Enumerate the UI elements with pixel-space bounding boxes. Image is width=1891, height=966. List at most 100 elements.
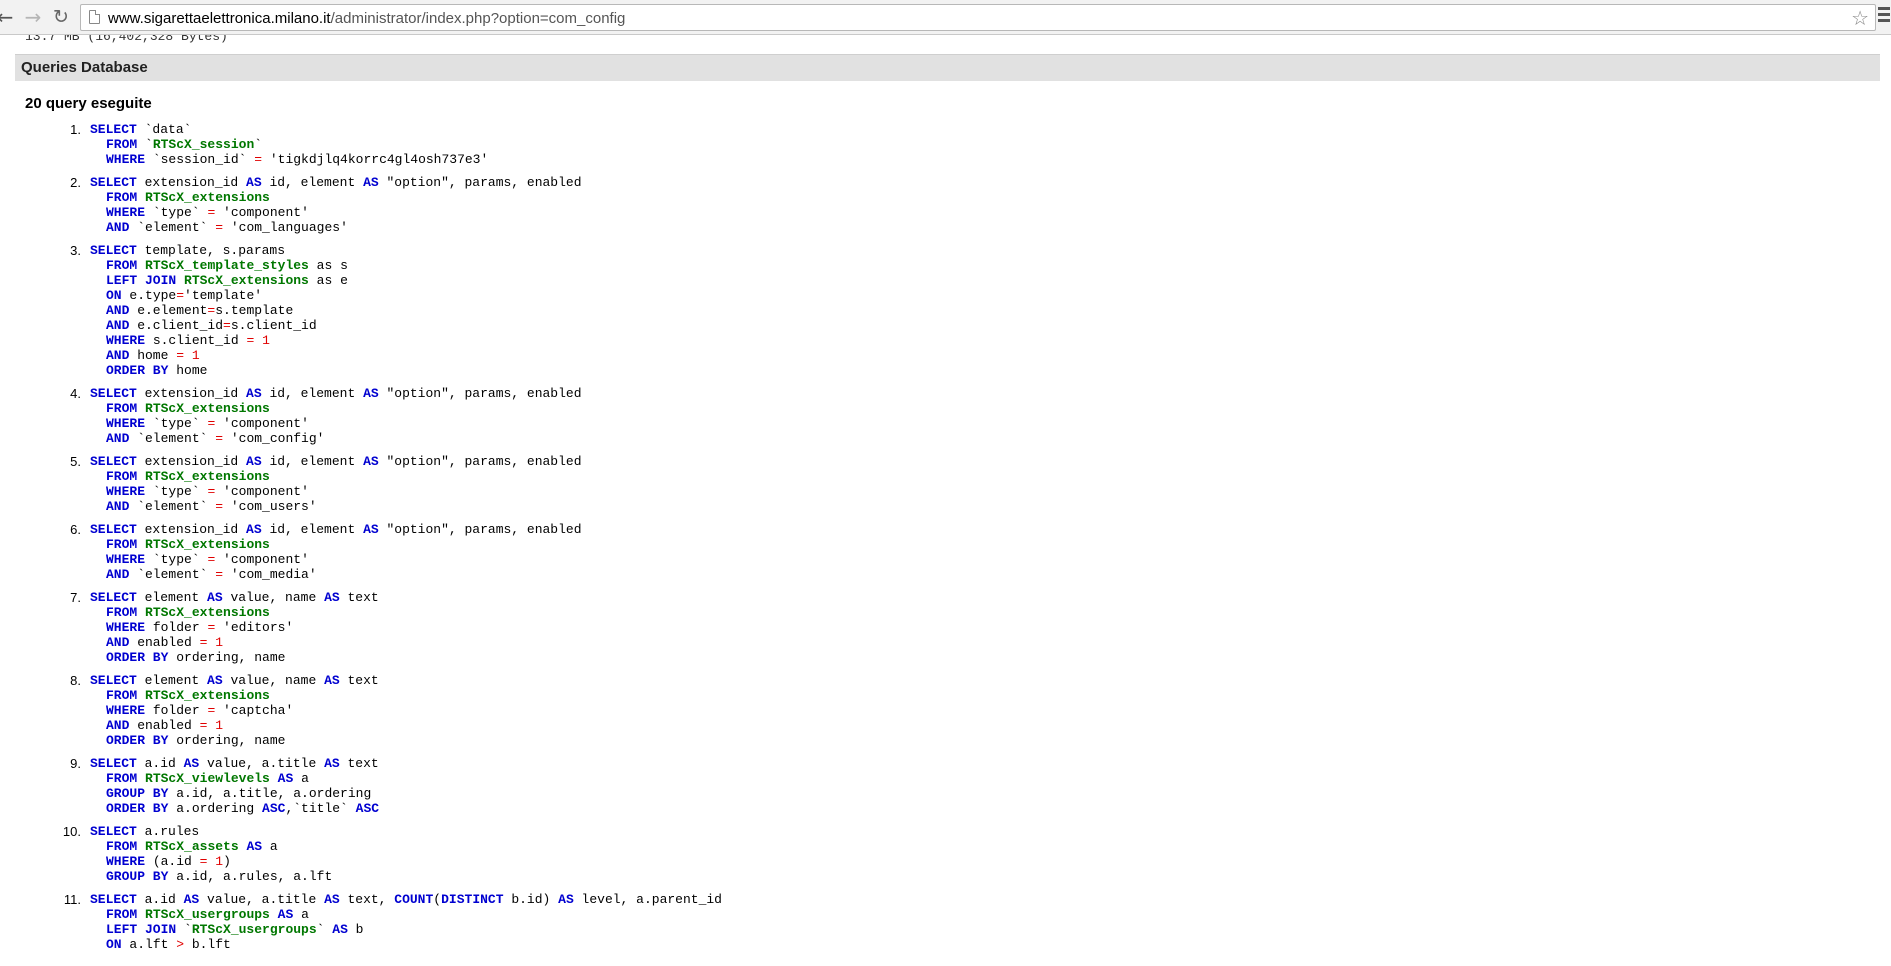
sql-keyword: ON <box>106 288 122 303</box>
query-line: WHERE folder = 'captcha' <box>90 703 1891 718</box>
sql-text: a.lft <box>121 937 177 952</box>
sql-keyword: AS <box>363 522 379 537</box>
query-line: FROM RTScX_viewlevels AS a <box>90 771 1891 786</box>
sql-keyword: LEFT JOIN <box>106 273 177 288</box>
reload-button[interactable]: ↻ <box>50 6 72 28</box>
sql-keyword: FROM <box>106 771 138 786</box>
query-line: SELECT extension_id AS id, element AS "o… <box>90 522 1891 537</box>
query-line: SELECT extension_id AS id, element AS "o… <box>90 454 1891 469</box>
sql-operator: = <box>176 288 185 303</box>
query-line: AND `element` = 'com_media' <box>90 567 1891 582</box>
query-line: FROM `RTScX_session` <box>90 137 1891 152</box>
sql-text: id, element <box>261 386 364 401</box>
sql-keyword: AS <box>324 892 340 907</box>
sql-keyword: AND <box>106 635 130 650</box>
query-line: LEFT JOIN `RTScX_usergroups` AS b <box>90 922 1891 937</box>
sql-text: a.ordering <box>168 801 263 816</box>
sql-text: "option", params, enabled <box>378 522 582 537</box>
sql-table-name: RTScX_extensions <box>145 605 270 620</box>
sql-keyword: FROM <box>106 537 138 552</box>
sql-keyword: AND <box>106 567 130 582</box>
query-number: 5. <box>70 454 81 469</box>
sql-text: folder <box>145 703 208 718</box>
sql-keyword: AND <box>106 431 130 446</box>
sql-keyword: AS <box>363 454 379 469</box>
query-number: 9. <box>70 756 81 771</box>
sql-keyword: FROM <box>106 258 138 273</box>
query-line: SELECT element AS value, name AS text <box>90 673 1891 688</box>
sql-keyword: AND <box>106 348 130 363</box>
sql-operator: = <box>215 567 224 582</box>
sql-keyword: SELECT <box>90 756 137 771</box>
sql-keyword: DISTINCT <box>441 892 504 907</box>
query-number: 7. <box>70 590 81 605</box>
url-path: /administrator/index.php?option=com_conf… <box>330 10 626 27</box>
sql-text: ordering, name <box>168 650 286 665</box>
sql-keyword: AS <box>558 892 574 907</box>
sql-table-name: RTScX_extensions <box>145 537 270 552</box>
forward-button[interactable]: → <box>22 6 44 28</box>
sql-keyword: AS <box>246 386 262 401</box>
sql-text: a.id, a.title, a.ordering <box>168 786 372 801</box>
sql-keyword: SELECT <box>90 454 137 469</box>
sql-text: `type` <box>145 552 208 567</box>
sql-text: home <box>168 363 208 378</box>
sql-keyword: ON <box>106 937 122 952</box>
query-line: AND enabled = 1 <box>90 718 1891 733</box>
sql-keyword: WHERE <box>106 484 146 499</box>
sql-text: value, a.title <box>199 756 325 771</box>
query-line: LEFT JOIN RTScX_extensions as e <box>90 273 1891 288</box>
sql-keyword: AS <box>207 673 223 688</box>
sql-keyword: AS <box>183 892 200 907</box>
query-line: SELECT a.id AS value, a.title AS text <box>90 756 1891 771</box>
back-button[interactable]: ← <box>0 6 16 28</box>
sql-keyword: SELECT <box>90 673 137 688</box>
sql-text: s.client_id <box>145 333 247 348</box>
sql-text: a.id <box>136 892 184 907</box>
sql-text: "option", params, enabled <box>378 386 582 401</box>
sql-text: id, element <box>261 175 364 190</box>
query-line: FROM RTScX_extensions <box>90 688 1891 703</box>
query-line: WHERE `type` = 'component' <box>90 416 1891 431</box>
sql-table-name: RTScX_extensions <box>145 688 270 703</box>
sql-text: value, name <box>222 673 325 688</box>
query-line: WHERE `type` = 'component' <box>90 205 1891 220</box>
sql-text: a <box>262 839 278 854</box>
sql-text: ` <box>137 137 153 152</box>
query-line: SELECT `data` <box>90 122 1891 137</box>
sql-text: element <box>136 673 208 688</box>
menu-icon[interactable] <box>1878 7 1890 29</box>
sql-text: (a.id <box>145 854 200 869</box>
sql-keyword: SELECT <box>90 892 137 907</box>
sql-keyword: GROUP BY <box>106 786 169 801</box>
sql-table-name: RTScX_session <box>152 137 255 152</box>
sql-text: template, s.params <box>136 243 286 258</box>
query-item: 7. SELECT element AS value, name AS text F… <box>0 590 1891 665</box>
sql-keyword: AS <box>277 907 294 922</box>
sql-keyword: WHERE <box>106 854 146 869</box>
address-bar[interactable]: www.sigarettaelettronica.milano.it/admin… <box>80 4 1876 31</box>
sql-operator: = <box>215 220 224 235</box>
sql-keyword: LEFT JOIN <box>106 922 177 937</box>
bookmark-star-icon[interactable]: ☆ <box>1851 6 1869 30</box>
query-line: AND e.element=s.template <box>90 303 1891 318</box>
sql-keyword: FROM <box>106 469 138 484</box>
query-line: SELECT extension_id AS id, element AS "o… <box>90 386 1891 401</box>
url-text[interactable]: www.sigarettaelettronica.milano.it/admin… <box>108 10 625 27</box>
query-item: 2. SELECT extension_id AS id, element AS … <box>0 175 1891 235</box>
sql-keyword: SELECT <box>90 824 137 839</box>
sql-text: ` <box>316 922 333 937</box>
query-line: FROM RTScX_usergroups AS a <box>90 907 1891 922</box>
sql-keyword: SELECT <box>90 590 137 605</box>
sql-keyword: ORDER BY <box>106 650 169 665</box>
sql-text: ( <box>433 892 442 907</box>
query-line: ORDER BY ordering, name <box>90 650 1891 665</box>
sql-keyword: AS <box>363 386 379 401</box>
sql-text: extension_id <box>136 454 247 469</box>
sql-text: extension_id <box>136 386 247 401</box>
sql-text: 'tigkdjlq4korrc4gl4osh737e3' <box>262 152 489 167</box>
